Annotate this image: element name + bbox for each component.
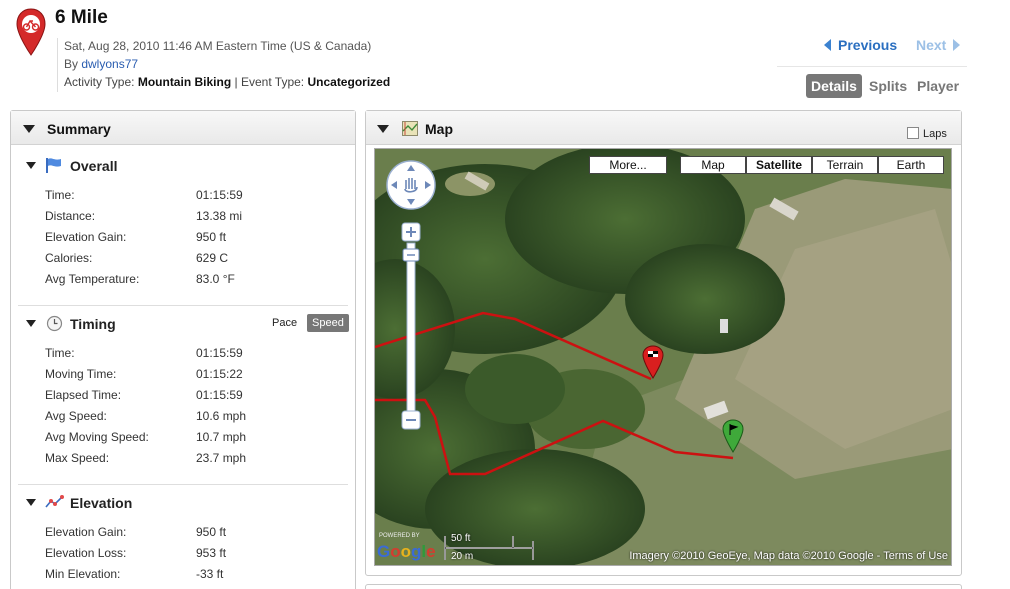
- next-panel-edge: [365, 584, 962, 589]
- activity-date: Sat, Aug 28, 2010 11:46 AM Eastern Time …: [64, 39, 372, 53]
- laps-label: Laps: [923, 128, 947, 140]
- section-divider: [18, 484, 348, 485]
- previous-label: Previous: [838, 37, 898, 53]
- collapse-elevation-icon[interactable]: [26, 499, 36, 506]
- avg-moving-speed-value: 10.7 mph: [196, 430, 247, 444]
- map-type-terrain[interactable]: Terrain: [812, 156, 878, 174]
- timing-time-label: Time:: [45, 346, 75, 360]
- collapse-map-icon[interactable]: [377, 125, 389, 133]
- overall-time-value: 01:15:59: [196, 188, 243, 202]
- chevron-right-icon: [953, 39, 961, 51]
- summary-title: Summary: [47, 121, 111, 137]
- zoom-control[interactable]: [400, 221, 422, 437]
- elapsed-time-label: Elapsed Time:: [45, 388, 122, 402]
- tab-details[interactable]: Details: [806, 74, 862, 98]
- overall-elevation-gain-value: 950 ft: [196, 230, 227, 244]
- elevation-gain-value: 950 ft: [196, 525, 227, 539]
- overall-calories-value: 629 C: [196, 251, 229, 265]
- collapse-summary-icon[interactable]: [23, 125, 35, 133]
- max-speed-label: Max Speed:: [45, 451, 110, 465]
- next-button[interactable]: Next: [916, 37, 961, 53]
- overall-elevation-gain-label: Elevation Gain:: [45, 230, 127, 244]
- scale-feet: 50 ft: [451, 533, 471, 544]
- timing-title: Timing: [70, 316, 116, 332]
- powered-by-label: POWERED BY: [379, 533, 420, 539]
- elevation-loss-label: Elevation Loss:: [45, 546, 127, 560]
- pan-control-icon[interactable]: [385, 159, 437, 211]
- clock-icon: [46, 315, 63, 332]
- min-elevation-value: -33 ft: [196, 567, 224, 581]
- elevation-gain-label: Elevation Gain:: [45, 525, 127, 539]
- map-icon: [402, 121, 418, 136]
- timing-time-value: 01:15:59: [196, 346, 243, 360]
- overall-title: Overall: [70, 158, 118, 174]
- overall-distance-value: 13.38 mi: [196, 209, 243, 223]
- event-type-label: Event Type:: [240, 75, 305, 89]
- event-separator: |: [234, 75, 238, 89]
- tab-player[interactable]: Player: [912, 74, 964, 98]
- zoom-out-icon[interactable]: [402, 411, 420, 429]
- avg-speed-label: Avg Speed:: [45, 409, 107, 423]
- event-type-value: Uncategorized: [307, 75, 391, 89]
- max-speed-value: 23.7 mph: [196, 451, 247, 465]
- finish-marker-icon[interactable]: [642, 345, 664, 379]
- tab-splits[interactable]: Splits: [864, 74, 912, 98]
- activity-author: By dwlyons77: [64, 57, 138, 71]
- pager-divider: [777, 66, 967, 67]
- scale-meters: 20 m: [451, 551, 474, 562]
- collapse-timing-icon[interactable]: [26, 320, 36, 327]
- avg-speed-value: 10.6 mph: [196, 409, 247, 423]
- page-title: 6 Mile: [55, 7, 108, 28]
- pace-toggle[interactable]: Pace: [267, 314, 302, 332]
- zoom-in-icon[interactable]: [402, 223, 420, 241]
- activity-type-value: Mountain Biking: [137, 75, 232, 89]
- flag-icon: [46, 158, 61, 173]
- elapsed-time-value: 01:15:59: [196, 388, 243, 402]
- map-title: Map: [425, 121, 453, 137]
- elevation-chart-icon: [45, 495, 64, 508]
- chevron-left-icon: [824, 39, 831, 51]
- previous-button[interactable]: Previous: [824, 37, 897, 53]
- next-label: Next: [916, 37, 947, 53]
- google-logo: Google: [377, 542, 436, 561]
- moving-time-value: 01:15:22: [196, 367, 243, 381]
- section-divider: [18, 305, 348, 306]
- avg-moving-speed-label: Avg Moving Speed:: [45, 430, 149, 444]
- laps-toggle[interactable]: Laps: [907, 127, 947, 140]
- header-divider: [57, 38, 58, 92]
- activity-type-label: Activity Type:: [64, 75, 135, 89]
- activity-type-line: Activity Type: Mountain Biking | Event T…: [64, 75, 390, 89]
- more-button[interactable]: More...: [589, 156, 667, 174]
- map-header[interactable]: [366, 111, 961, 145]
- overall-calories-label: Calories:: [45, 251, 93, 265]
- start-marker-icon[interactable]: [722, 419, 744, 453]
- overall-time-label: Time:: [45, 188, 75, 202]
- map-copyright[interactable]: Imagery ©2010 GeoEye, Map data ©2010 Goo…: [629, 550, 948, 562]
- map-type-earth[interactable]: Earth: [878, 156, 944, 174]
- overall-distance-label: Distance:: [45, 209, 96, 223]
- speed-toggle[interactable]: Speed: [307, 314, 349, 332]
- map-type-map[interactable]: Map: [680, 156, 746, 174]
- overall-temperature-value: 83.0 °F: [196, 272, 235, 286]
- moving-time-label: Moving Time:: [45, 367, 117, 381]
- collapse-overall-icon[interactable]: [26, 162, 36, 169]
- overall-temperature-label: Avg Temperature:: [45, 272, 140, 286]
- elevation-title: Elevation: [70, 495, 133, 511]
- laps-checkbox[interactable]: [907, 127, 919, 139]
- map-type-satellite[interactable]: Satellite: [746, 156, 812, 174]
- min-elevation-label: Min Elevation:: [45, 567, 121, 581]
- author-link[interactable]: dwlyons77: [81, 57, 138, 71]
- map-viewport[interactable]: More... Map Satellite Terrain Earth 50 f…: [374, 148, 952, 566]
- activity-pin-icon: [16, 8, 46, 56]
- author-prefix: By: [64, 57, 82, 71]
- elevation-loss-value: 953 ft: [196, 546, 227, 560]
